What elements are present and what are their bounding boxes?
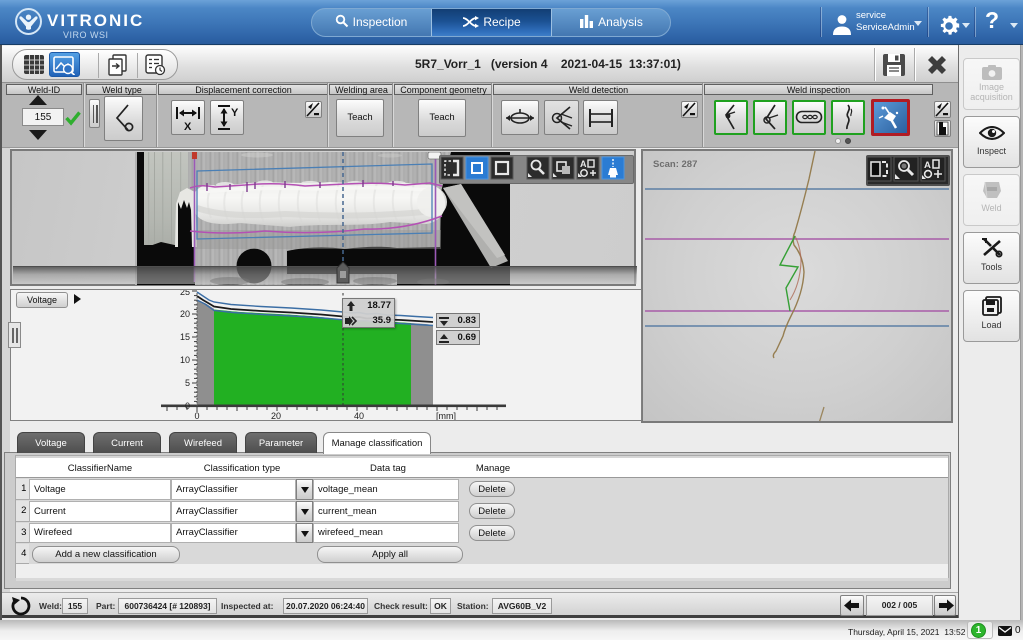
svg-text:A: A [924, 160, 931, 171]
svg-text:20: 20 [180, 309, 190, 319]
svg-text:Y: Y [231, 107, 239, 119]
svg-text:40: 40 [354, 411, 364, 420]
svg-text:15: 15 [180, 332, 190, 342]
svg-text:20: 20 [271, 411, 281, 420]
svg-text:5: 5 [185, 378, 190, 388]
svg-text:A: A [580, 159, 587, 169]
svg-text:10: 10 [180, 355, 190, 365]
svg-text:0: 0 [194, 411, 199, 420]
svg-text:25: 25 [180, 290, 190, 297]
svg-text:X: X [184, 121, 192, 131]
svg-text:0: 0 [185, 401, 190, 411]
svg-text:[mm]: [mm] [436, 411, 456, 420]
